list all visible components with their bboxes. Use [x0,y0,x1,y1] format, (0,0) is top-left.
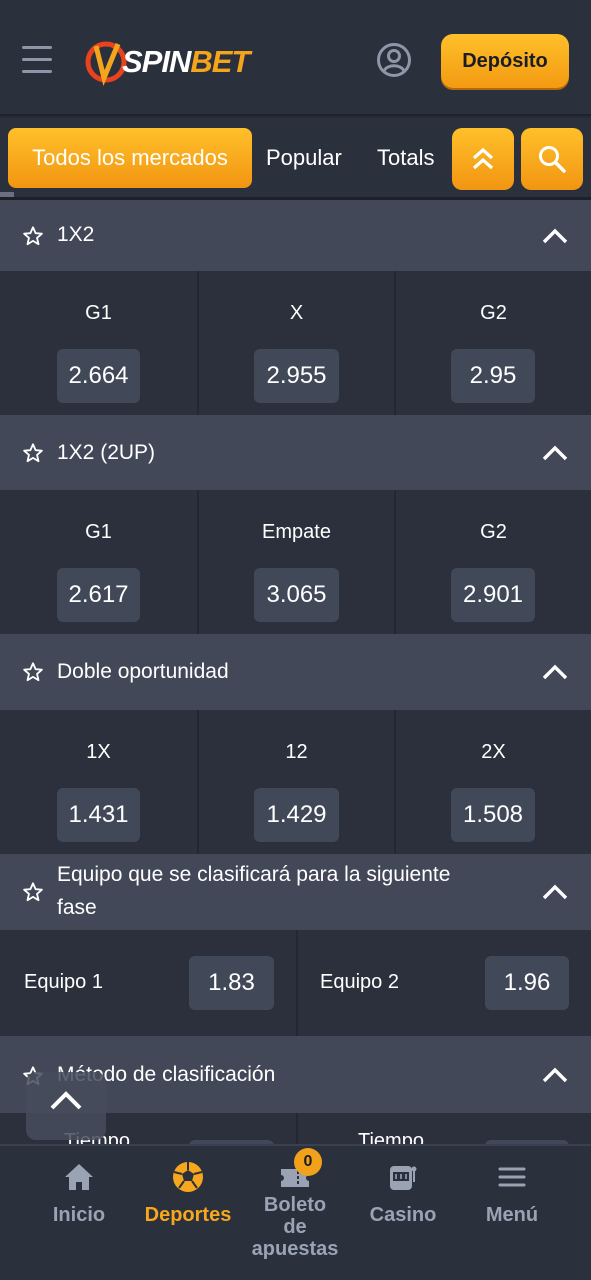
user-account-icon[interactable] [376,42,412,78]
page: SPINBET Depósito Todos los mercados Popu… [0,0,591,1280]
nav-betslip-label-3: apuestas [251,1238,339,1260]
outcome-label: G1 [85,302,112,324]
outcome-cell: Equipo 1 1.83 [0,930,296,1036]
nav-home[interactable]: Inicio [24,1146,134,1280]
odd-button[interactable]: 1.429 [254,788,339,842]
outcome-cell: 2X 1.508 [396,710,591,854]
outcome-label: Empate [262,521,331,543]
market-title: Equipo que se clasificará para la siguie… [57,863,451,886]
outcome-label: Equipo 1 [24,971,103,993]
outcome-cell: Equipo 2 1.96 [298,930,591,1036]
market-title-continued: fase [57,896,97,919]
outcome-cell: 12 1.429 [199,710,394,854]
odd-button[interactable]: 1.431 [57,788,140,842]
spinbet-logo[interactable]: SPINBET [84,36,250,88]
odd-button[interactable]: 2.901 [451,568,535,622]
collapse-all-button[interactable] [452,128,514,190]
nav-sports[interactable]: Deportes [133,1146,243,1280]
odd-button[interactable]: 1.96 [485,956,569,1010]
outcome-label: 12 [285,741,308,763]
outcome-cell: G1 2.664 [0,271,197,415]
search-icon [539,146,566,173]
outcome-cell: X 2.955 [199,271,394,415]
outcome-label: G2 [480,302,507,324]
outcome-label: 1X [86,741,111,763]
market-title: 1X2 (2UP) [57,441,156,464]
search-button[interactable] [521,128,583,190]
outcome-cell: G2 2.901 [396,490,591,634]
odd-button[interactable]: 2.955 [254,349,339,403]
scroll-to-top-button[interactable] [26,1072,106,1140]
market-header-1x2[interactable]: 1X2 [0,200,591,271]
outcome-label: X [289,302,304,324]
market-header-double-chance[interactable]: Doble oportunidad [0,634,591,710]
odd-button[interactable]: 1.83 [189,956,274,1010]
market-odds-1x2-2up: G1 2.617 Empate 3.065 G2 2.901 [0,490,591,634]
market-title: 1X2 [57,223,95,246]
home-icon [65,1164,93,1190]
tabs-scroll-indicator [0,192,14,197]
odd-button[interactable]: 2.95 [451,349,535,403]
outcome-cell: G2 2.95 [396,271,591,415]
star-icon[interactable] [22,881,44,903]
slot-machine-icon [390,1166,417,1190]
market-odds-1x2: G1 2.664 X 2.955 G2 2.95 [0,271,591,415]
market-header-team-to-qualify[interactable]: Equipo que se clasificará para la siguie… [0,854,591,930]
chevron-up-icon[interactable] [542,884,568,900]
chevron-up-icon [50,1091,82,1110]
tab-totals[interactable]: Totals [377,128,434,188]
odd-button[interactable]: 2.617 [57,568,140,622]
star-icon[interactable] [22,442,44,464]
odd-button[interactable]: 2.664 [57,349,140,403]
hamburger-menu-icon[interactable] [22,46,52,74]
nav-betslip-label-2: de [283,1216,307,1238]
market-odds-team-to-qualify: Equipo 1 1.83 Equipo 2 1.96 [0,930,591,1036]
tab-popular[interactable]: Popular [266,128,342,188]
top-header: SPINBET Depósito [0,0,591,116]
soccer-ball-icon [173,1162,203,1192]
star-icon[interactable] [22,225,44,247]
nav-casino[interactable]: Casino [348,1146,458,1280]
chevron-up-icon[interactable] [542,228,568,244]
market-tabs-bar: Todos los mercados Popular Totals [0,118,591,200]
nav-menu-label: Menú [485,1204,539,1226]
nav-sports-label: Deportes [144,1204,232,1226]
odd-button[interactable]: 3.065 [254,568,339,622]
double-chevron-up-icon [472,147,494,170]
market-title: Doble oportunidad [57,660,229,683]
tab-all-markets[interactable]: Todos los mercados [8,128,252,188]
nav-casino-label: Casino [369,1204,437,1226]
chevron-up-icon[interactable] [542,1067,568,1083]
market-header-1x2-2up[interactable]: 1X2 (2UP) [0,415,591,490]
star-icon[interactable] [22,661,44,683]
odd-button[interactable]: 1.508 [451,788,535,842]
nav-menu[interactable]: Menú [457,1146,567,1280]
outcome-label: G1 [85,521,112,543]
deposit-button[interactable]: Depósito [441,34,569,88]
betslip-count-badge: 0 [294,1148,322,1176]
outcome-label: 2X [481,741,506,763]
outcome-cell: 1X 1.431 [0,710,197,854]
market-odds-double-chance: 1X 1.431 12 1.429 2X 1.508 [0,710,591,854]
outcome-cell: G1 2.617 [0,490,197,634]
logo-text: SPINBET [122,44,250,79]
nav-betslip-label-1: Boleto [263,1194,327,1216]
outcome-label: G2 [480,521,507,543]
chevron-up-icon[interactable] [542,664,568,680]
outcome-label: Equipo 2 [320,971,399,993]
outcome-cell: Empate 3.065 [199,490,394,634]
chevron-up-icon[interactable] [542,445,568,461]
menu-icon [498,1167,526,1187]
nav-home-label: Inicio [52,1204,106,1226]
